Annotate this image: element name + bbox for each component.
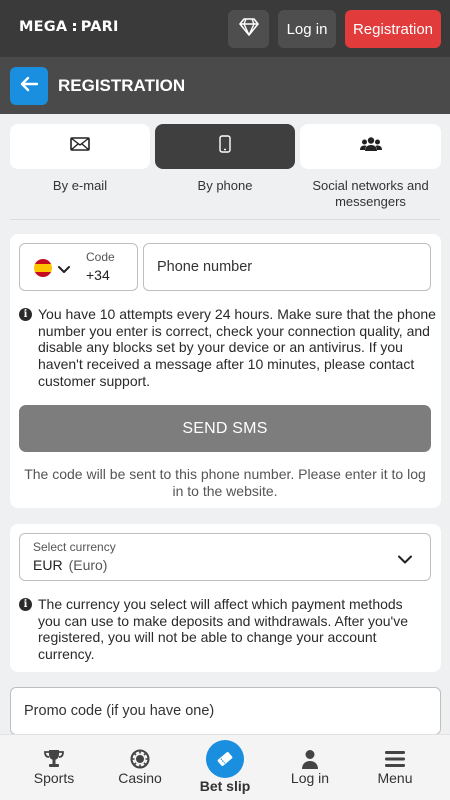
hamburger-icon (383, 748, 407, 770)
code-label: Code (86, 250, 115, 264)
chevron-down-icon (398, 551, 412, 569)
sms-note: The code will be sent to this phone numb… (24, 466, 426, 499)
nav-casino-label: Casino (118, 770, 162, 786)
nav-casino[interactable]: Casino (97, 735, 183, 800)
divider (10, 219, 440, 220)
header-registration-button[interactable]: Registration (345, 10, 441, 48)
arrow-left-icon (20, 76, 39, 97)
nav-log-in-label: Log in (290, 770, 330, 786)
title-bar: REGISTRATION (0, 57, 450, 114)
currency-label: Select currency (33, 540, 116, 554)
tab-by-phone[interactable] (155, 124, 295, 169)
bottom-nav: Sports Casino Bet slip Log in Menu (0, 734, 450, 800)
phone-number-field[interactable] (143, 243, 431, 291)
phone-icon (219, 135, 231, 158)
nav-log-in[interactable]: Log in (267, 735, 353, 800)
user-icon (298, 748, 322, 770)
tab-social-networks[interactable] (300, 124, 441, 169)
people-icon (359, 136, 382, 157)
tab-label-social: Social networks and messengers (312, 178, 429, 209)
promo-code-field[interactable] (10, 687, 441, 735)
code-value: +34 (86, 267, 110, 283)
nav-sports-label: Sports (33, 770, 75, 786)
tab-label-phone: By phone (197, 178, 253, 193)
currency-select[interactable]: Select currency EUR (Euro) (19, 533, 431, 581)
casino-chip-icon (128, 748, 152, 770)
currency-info-text: The currency you select will affect whic… (38, 596, 408, 663)
loyalty-button[interactable] (228, 10, 269, 48)
nav-menu[interactable]: Menu (352, 735, 438, 800)
tab-by-email[interactable] (10, 124, 150, 169)
country-code-select[interactable]: Code +34 (19, 243, 138, 291)
send-sms-button[interactable]: SEND SMS (19, 405, 431, 452)
trophy-icon (42, 748, 66, 770)
back-button[interactable] (10, 67, 48, 105)
envelope-icon (70, 137, 90, 156)
tab-label-email: By e-mail (52, 178, 108, 193)
ticket-icon (206, 740, 244, 778)
info-icon: i (19, 308, 32, 321)
page-title: REGISTRATION (58, 76, 186, 95)
chevron-down-icon (58, 261, 70, 279)
top-header: MEGA PARI Log in Registration (0, 0, 450, 57)
nav-bet-slip-label: Bet slip (199, 778, 251, 794)
logo-separator (73, 23, 76, 31)
phone-info-text: You have 10 attempts every 24 hours. Mak… (38, 306, 436, 389)
nav-sports[interactable]: Sports (11, 735, 97, 800)
spain-flag-icon (34, 259, 52, 277)
promo-code-input[interactable] (11, 688, 440, 734)
currency-value: EUR (Euro) (33, 557, 108, 573)
nav-menu-label: Menu (377, 770, 413, 786)
header-login-button[interactable]: Log in (278, 10, 336, 48)
phone-number-input[interactable] (144, 244, 430, 290)
diamond-icon (238, 17, 259, 41)
info-icon: i (19, 598, 32, 611)
nav-bet-slip[interactable]: Bet slip (182, 735, 268, 800)
logo[interactable]: MEGA PARI (19, 19, 119, 35)
